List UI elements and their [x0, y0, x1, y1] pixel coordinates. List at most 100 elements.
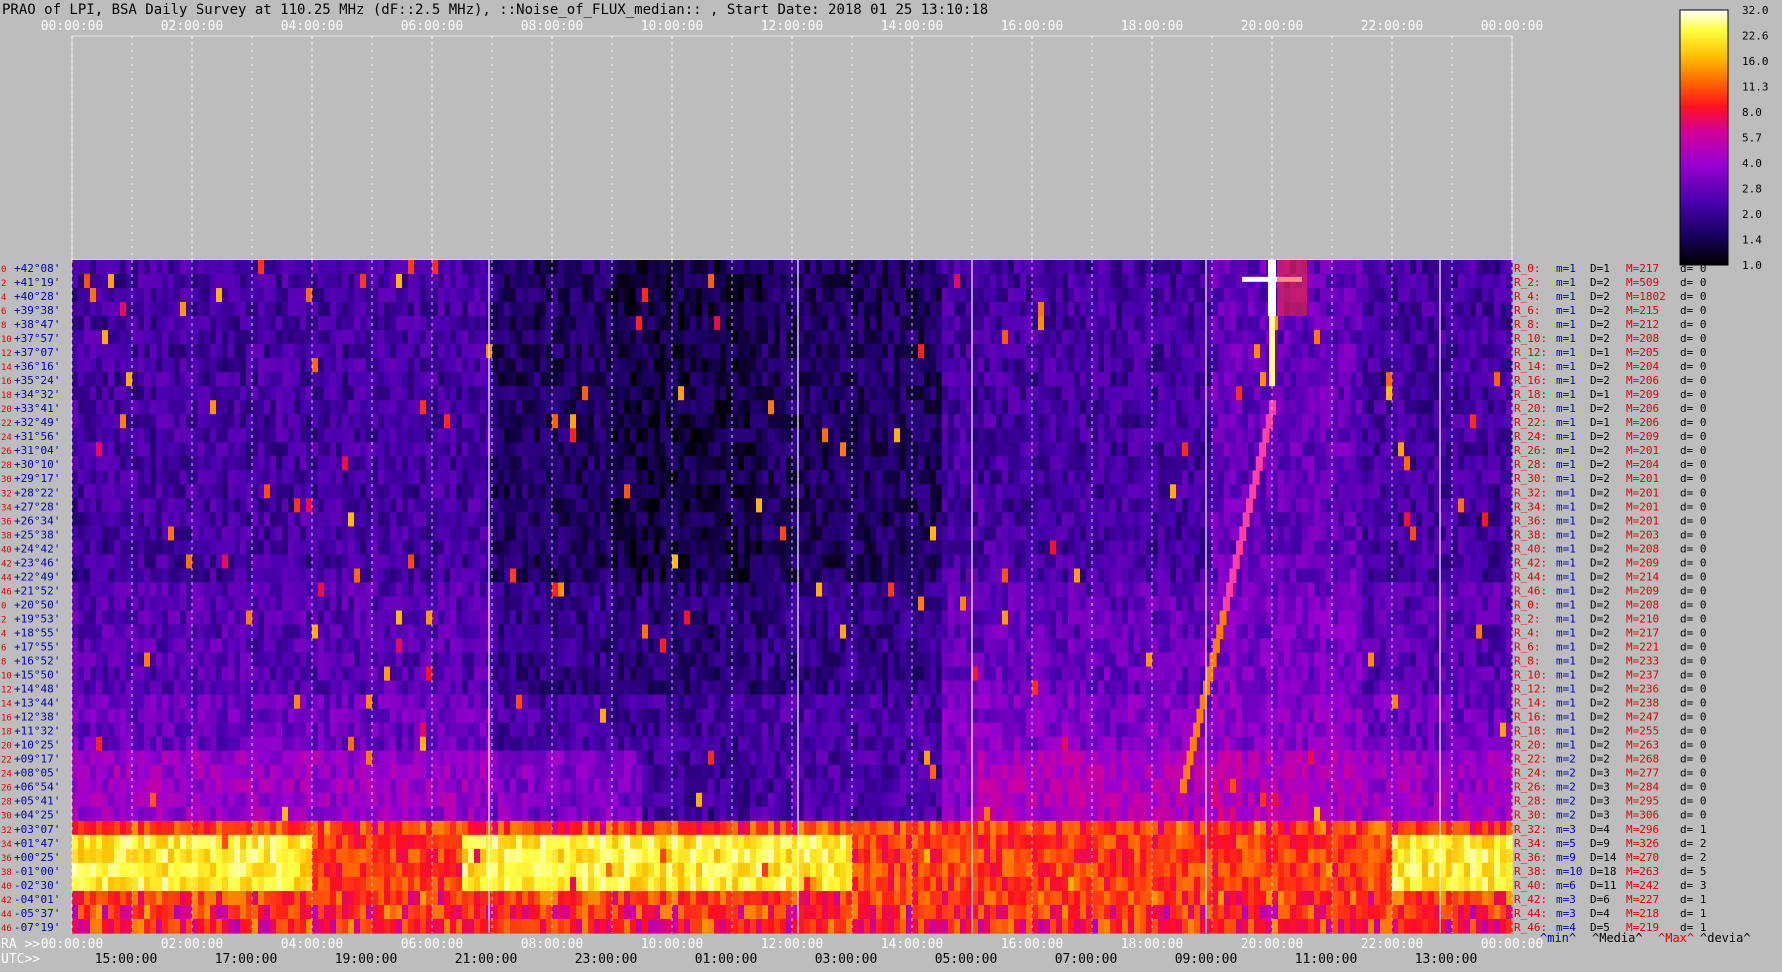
heatmap-cell	[198, 484, 205, 499]
heatmap-cell	[336, 512, 343, 527]
heatmap-cell	[1464, 386, 1471, 401]
heatmap-cell	[72, 302, 79, 317]
heatmap-cell	[684, 428, 691, 443]
heatmap-cell	[222, 372, 229, 387]
heatmap-cell	[576, 498, 583, 513]
heatmap-cell	[510, 442, 517, 457]
heatmap-cell	[1290, 386, 1297, 401]
heatmap-cell	[1482, 456, 1489, 471]
heatmap-cell	[1182, 470, 1189, 485]
heatmap-cell	[918, 428, 925, 443]
heatmap-cell	[990, 330, 997, 345]
heatmap-cell	[204, 512, 211, 527]
heatmap-cell	[402, 358, 409, 373]
heatmap-cell	[234, 540, 241, 555]
heatmap-cell	[210, 386, 217, 401]
heatmap-cell	[780, 358, 787, 373]
heatmap-cell	[1170, 316, 1177, 331]
heatmap-cell	[330, 316, 337, 331]
heatmap-cell	[1038, 358, 1045, 373]
heatmap-cell	[462, 456, 469, 471]
heatmap-cell	[768, 400, 775, 415]
heatmap-cell	[804, 442, 811, 457]
heatmap-cell	[1182, 456, 1189, 471]
heatmap-cell	[114, 358, 121, 373]
heatmap-cell	[372, 260, 379, 275]
heatmap-cell	[1260, 372, 1267, 387]
heatmap-cell	[1098, 386, 1105, 401]
heatmap-cell	[1284, 484, 1291, 499]
heatmap-cell	[1236, 274, 1243, 289]
heatmap-cell	[582, 386, 589, 401]
heatmap-cell	[564, 316, 571, 331]
heatmap-cell	[768, 330, 775, 345]
heatmap-cell	[1362, 330, 1369, 345]
heatmap-cell	[1242, 330, 1249, 345]
heatmap-cell	[84, 456, 91, 471]
heatmap-cell	[876, 372, 883, 387]
heatmap-cell	[1260, 288, 1267, 303]
heatmap-cell	[216, 484, 223, 499]
heatmap-cell	[672, 512, 679, 527]
heatmap-cell	[198, 302, 205, 317]
heatmap-cell	[444, 456, 451, 471]
heatmap-cell	[138, 386, 145, 401]
heatmap-cell	[996, 274, 1003, 289]
heatmap-cell	[1116, 260, 1123, 275]
heatmap-cell	[360, 330, 367, 345]
heatmap-cell	[456, 540, 463, 555]
heatmap-cell	[1464, 484, 1471, 499]
heatmap-cell	[1098, 512, 1105, 527]
heatmap-cell	[1068, 274, 1075, 289]
heatmap-cell	[570, 456, 577, 471]
heatmap-cell	[1074, 428, 1081, 443]
heatmap-cell	[1128, 484, 1135, 499]
heatmap-cell	[1278, 442, 1285, 457]
heatmap-cell	[234, 484, 241, 499]
heatmap-cell	[1152, 316, 1159, 331]
heatmap-cell	[210, 330, 217, 345]
heatmap-cell	[876, 344, 883, 359]
heatmap-cell	[564, 498, 571, 513]
heatmap-cell	[714, 288, 721, 303]
heatmap-cell	[1248, 386, 1255, 401]
heatmap-cell	[684, 400, 691, 415]
heatmap-cell	[144, 540, 151, 555]
heatmap-cell	[474, 414, 481, 429]
heatmap-cell	[858, 372, 865, 387]
heatmap-cell	[1302, 442, 1309, 457]
heatmap-cell	[1020, 498, 1027, 513]
heatmap-cell	[1110, 526, 1117, 541]
heatmap-cell	[984, 400, 991, 415]
heatmap-cell	[150, 456, 157, 471]
heatmap-cell	[780, 344, 787, 359]
heatmap-cell	[300, 512, 307, 527]
heatmap-cell	[882, 330, 889, 345]
heatmap-cell	[102, 512, 109, 527]
heatmap-cell	[732, 526, 739, 541]
heatmap-cell	[720, 302, 727, 317]
heatmap-cell	[1500, 316, 1507, 331]
heatmap-cell	[90, 400, 97, 415]
heatmap-cell	[1254, 386, 1261, 401]
heatmap-cell	[732, 428, 739, 443]
heatmap-cell	[192, 428, 199, 443]
heatmap-cell	[360, 386, 367, 401]
heatmap-cell	[1374, 442, 1381, 457]
heatmap-cell	[774, 274, 781, 289]
heatmap-cell	[690, 386, 697, 401]
heatmap-cell	[360, 428, 367, 443]
heatmap-cell	[420, 442, 427, 457]
heatmap-cell	[744, 526, 751, 541]
heatmap-cell	[984, 330, 991, 345]
heatmap-cell	[360, 498, 367, 513]
heatmap-cell	[288, 386, 295, 401]
heatmap-cell	[1056, 260, 1063, 275]
heatmap-cell	[576, 456, 583, 471]
heatmap-cell	[990, 512, 997, 527]
heatmap-cell	[132, 386, 139, 401]
heatmap-cell	[618, 456, 625, 471]
heatmap-cell	[1476, 302, 1483, 317]
heatmap-cell	[228, 344, 235, 359]
heatmap-cell	[1404, 358, 1411, 373]
